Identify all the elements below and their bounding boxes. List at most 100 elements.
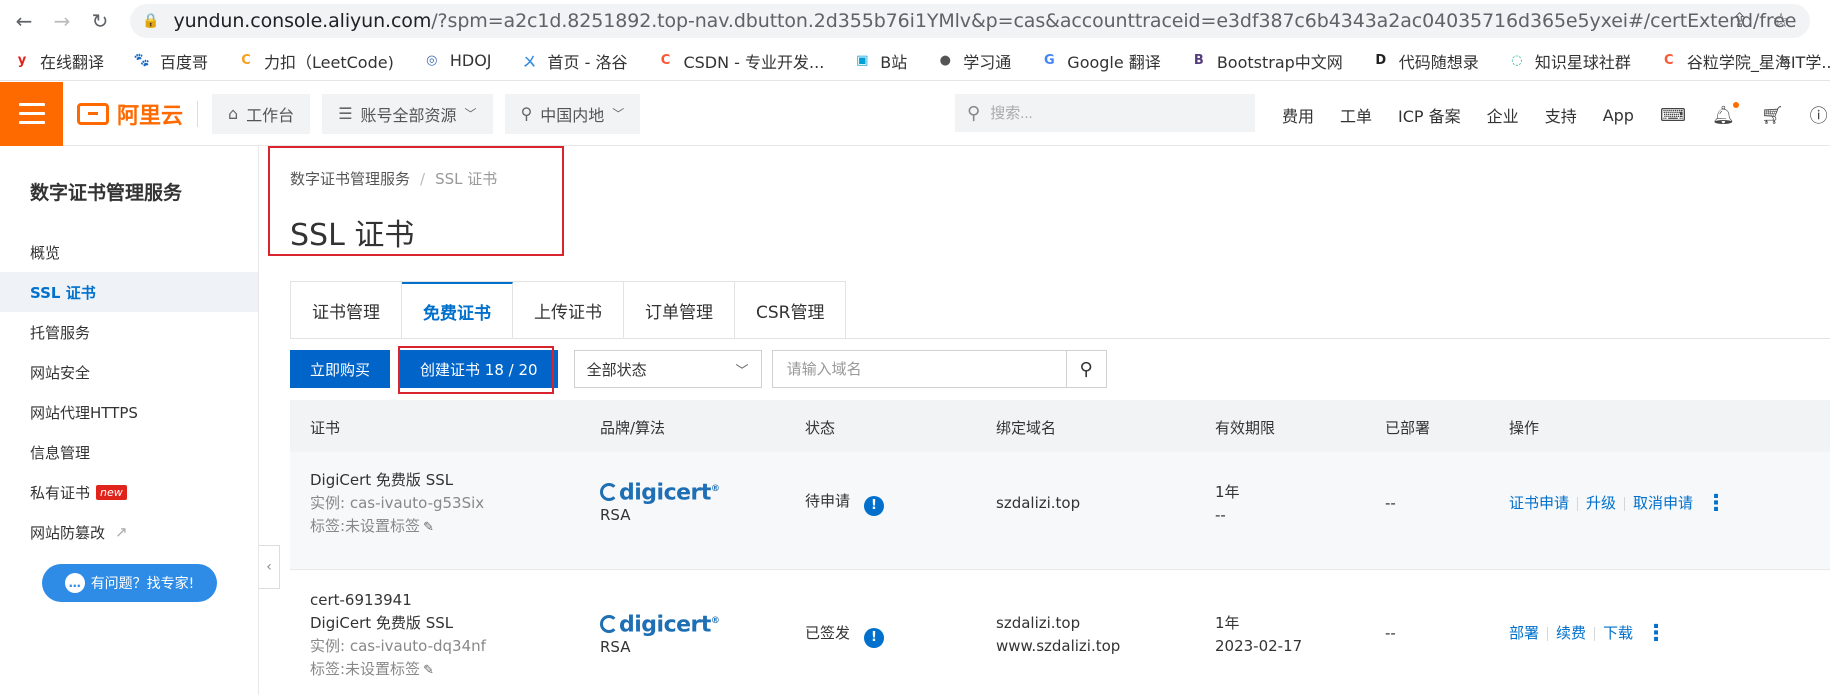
sidebar-title: 数字证书管理服务 <box>30 182 183 204</box>
bookmark-item[interactable]: C CSDN - 专业开发... <box>655 49 825 73</box>
domain-text: szdalizi.top <box>996 494 1081 512</box>
aliyun-logo[interactable]: 阿里云 <box>77 98 183 130</box>
cancel-apply-link[interactable]: 取消申请 <box>1633 492 1693 515</box>
resources-dropdown[interactable]: ☰ 账号全部资源 ﹀ <box>322 93 493 134</box>
pencil-icon[interactable]: ✎ <box>423 663 434 678</box>
url-text: yundun.console.aliyun.com/?spm=a2c1d.825… <box>173 9 1797 32</box>
sidebar-item-ssl-cert[interactable]: SSL 证书 <box>0 272 258 312</box>
cert-instance[interactable]: 实例: cas-ivauto-dq34nf <box>310 635 486 658</box>
sidebar-item-https-proxy[interactable]: 网站代理HTTPS <box>0 392 258 432</box>
bookmark-item[interactable]: D 代码随想录 <box>1371 49 1478 73</box>
bookmark-item[interactable]: ◎ HDOJ <box>422 51 491 71</box>
help-icon[interactable]: ⓘ <box>1810 102 1828 128</box>
nav-link-support[interactable]: 支持 <box>1545 103 1577 127</box>
sidebar-item-label: 网站代理HTTPS <box>30 403 138 422</box>
status-text: 待申请 <box>805 492 851 510</box>
bell-icon[interactable]: 🔔︎ <box>1712 101 1739 126</box>
cart-icon[interactable]: 🛒︎ <box>1761 105 1784 126</box>
bookmarks-overflow-icon[interactable]: » <box>1779 49 1790 70</box>
divider <box>1577 496 1579 511</box>
bookmark-item[interactable]: C 力扣（LeetCode) <box>236 49 394 73</box>
nav-link-ticket[interactable]: 工单 <box>1340 103 1372 127</box>
bookmark-item[interactable]: ㄨ首页 - 洛谷 <box>520 49 627 73</box>
bookmark-favicon-icon: ㄨ <box>523 55 537 70</box>
nav-link-billing[interactable]: 费用 <box>1282 103 1314 127</box>
tab-order-management[interactable]: 订单管理 <box>624 282 735 338</box>
status-text: 已签发 <box>805 624 851 642</box>
browser-address-bar: ← → ↻ 🔒 yundun.console.aliyun.com/?spm=a… <box>0 0 1830 41</box>
upgrade-link[interactable]: 升级 <box>1586 492 1616 515</box>
global-search-input[interactable] <box>990 104 1221 122</box>
expiry-text: 2023-02-17 <box>1215 637 1303 655</box>
domain-search-input[interactable] <box>772 360 1066 378</box>
cert-tabs: 证书管理 免费证书 上传证书 订单管理 CSR管理 <box>290 281 847 339</box>
download-link[interactable]: 下载 <box>1603 622 1633 645</box>
status-select-value: 全部状态 <box>586 360 647 379</box>
workbench-button[interactable]: ⌂ 工作台 <box>212 93 311 134</box>
bookmark-item[interactable]: ▣ B站 <box>852 49 907 73</box>
sidebar-item-site-security[interactable]: 网站安全 <box>0 352 258 392</box>
bookmark-item[interactable]: B Bootstrap中文网 <box>1189 49 1343 73</box>
breadcrumb-root[interactable]: 数字证书管理服务 <box>290 170 410 188</box>
cert-tag[interactable]: 标签:未设置标签 ✎ <box>310 658 486 682</box>
sidebar-item-overview[interactable]: 概览 <box>0 232 258 272</box>
renew-link[interactable]: 续费 <box>1556 622 1586 645</box>
back-arrow-icon[interactable]: ← <box>10 7 38 35</box>
bookmark-favicon-icon: B <box>1193 53 1204 68</box>
deployed-cell: -- <box>1385 624 1396 642</box>
deploy-link[interactable]: 部署 <box>1509 622 1539 645</box>
sidebar-item-label: 私有证书 <box>30 483 91 502</box>
forward-arrow-icon[interactable]: → <box>48 7 76 35</box>
domain-cell: szdalizi.top <box>996 492 1080 515</box>
cert-tag-text: 标签:未设置标签 <box>310 660 421 678</box>
terminal-icon[interactable]: ⌨ <box>1660 105 1686 126</box>
apply-cert-link[interactable]: 证书申请 <box>1509 492 1569 515</box>
url-field[interactable]: 🔒 yundun.console.aliyun.com/?spm=a2c1d.8… <box>130 3 1810 38</box>
aliyun-logo-mark-icon <box>77 102 109 125</box>
tab-csr-management[interactable]: CSR管理 <box>735 282 846 338</box>
sidebar-item-label: 概览 <box>30 243 61 262</box>
bookmark-item[interactable]: ● 学习通 <box>935 49 1012 73</box>
nav-link-enterprise[interactable]: 企业 <box>1487 103 1519 127</box>
sidebar-item-private-cert[interactable]: 私有证书 new <box>0 472 258 512</box>
nav-link-app[interactable]: App <box>1603 106 1634 125</box>
sidebar-item-info-management[interactable]: 信息管理 <box>0 432 258 472</box>
tab-upload-cert[interactable]: 上传证书 <box>513 282 624 338</box>
ask-expert-button[interactable]: … 有问题？找专家! <box>42 564 217 602</box>
bookmark-label: B站 <box>880 52 908 72</box>
info-icon[interactable]: ! <box>864 495 885 516</box>
validity-cell: 1年 -- <box>1215 481 1240 527</box>
share-icon[interactable]: ⇪ <box>1731 8 1748 32</box>
hamburger-menu-icon[interactable] <box>0 81 63 146</box>
bookmark-item[interactable]: C 谷粒学院_星海IT学... <box>1659 49 1830 73</box>
tab-free-cert[interactable]: 免费证书 <box>402 282 513 338</box>
status-select[interactable]: 全部状态 ﹀ <box>573 350 762 388</box>
bookmark-item[interactable]: G Google 翻译 <box>1039 49 1161 73</box>
sidebar-item-hosting[interactable]: 托管服务 <box>0 312 258 352</box>
nav-link-icp[interactable]: ICP 备案 <box>1398 103 1461 127</box>
sidebar-item-tamper-protection[interactable]: 网站防篡改 ↗ <box>0 512 258 552</box>
more-vertical-icon[interactable]: ⋮ <box>1645 622 1667 644</box>
info-icon[interactable]: ! <box>864 627 885 648</box>
more-vertical-icon[interactable]: ⋮ <box>1705 492 1727 514</box>
bookmark-item[interactable]: y 在线翻译 <box>12 49 104 73</box>
chat-bubble-icon: … <box>64 573 85 593</box>
cert-tag[interactable]: 标签:未设置标签 ✎ <box>310 515 484 539</box>
tab-cert-management[interactable]: 证书管理 <box>291 282 402 338</box>
bookmark-star-icon[interactable]: ☆ <box>1772 8 1790 32</box>
bookmark-item[interactable]: ◌ 知识星球社群 <box>1507 49 1631 73</box>
top-nav-links: 费用 工单 ICP 备案 企业 支持 App ⌨ 🔔︎ 🛒︎ ⓘ 简 <box>1282 101 1830 128</box>
col-header-brand: 品牌/算法 <box>600 419 666 437</box>
buy-now-button[interactable]: 立即购买 <box>290 350 391 388</box>
divider <box>1624 496 1626 511</box>
reload-icon[interactable]: ↻ <box>86 7 114 35</box>
pencil-icon[interactable]: ✎ <box>423 520 434 535</box>
lock-icon: 🔒 <box>142 12 160 29</box>
sidebar-collapse-toggle[interactable]: ‹ <box>259 545 280 589</box>
cert-instance[interactable]: 实例: cas-ivauto-g53Six <box>310 492 484 515</box>
bookmark-item[interactable]: 🐾 百度哥 <box>132 49 208 73</box>
table-row: cert-6913941 DigiCert 免费版 SSL 实例: cas-iv… <box>290 570 1830 695</box>
search-icon[interactable]: ⚲ <box>1065 350 1106 388</box>
region-dropdown[interactable]: ⚲ 中国内地 ﹀ <box>504 93 641 134</box>
global-search[interactable]: ⚲ <box>955 94 1255 132</box>
